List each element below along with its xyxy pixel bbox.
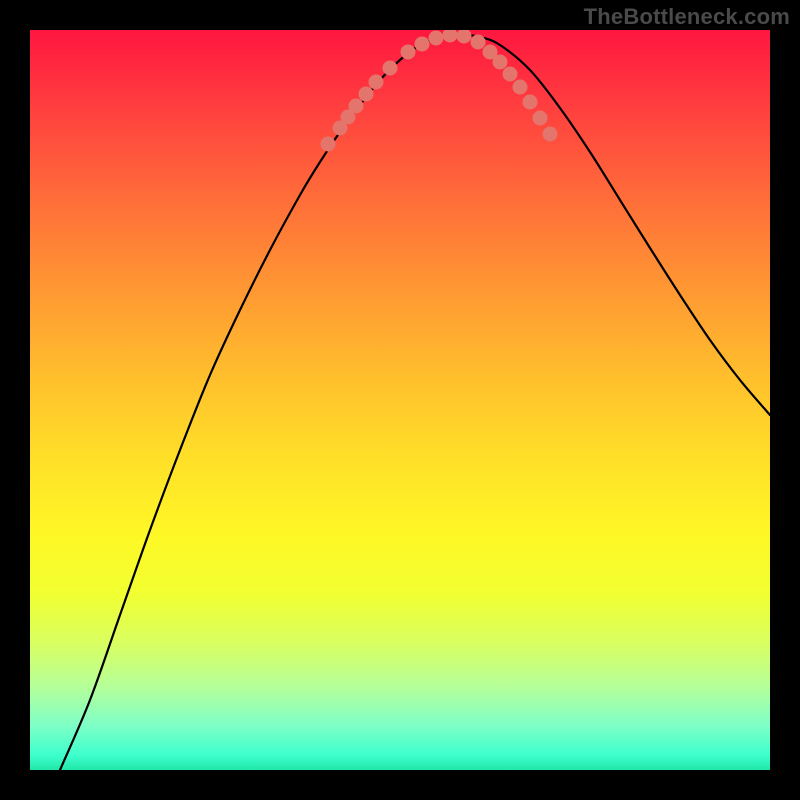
curve-dots xyxy=(321,30,558,152)
curve-marker xyxy=(543,127,558,142)
curve-marker xyxy=(457,30,472,44)
curve-marker xyxy=(471,35,486,50)
curve-marker xyxy=(383,61,398,76)
watermark-text: TheBottleneck.com xyxy=(584,4,790,30)
curve-marker xyxy=(401,45,416,60)
curve-marker xyxy=(369,75,384,90)
curve-marker xyxy=(513,80,528,95)
curve-marker xyxy=(359,87,374,102)
curve-marker xyxy=(415,37,430,52)
curve-marker xyxy=(503,67,518,82)
curve-marker xyxy=(429,31,444,46)
curve-marker xyxy=(321,137,336,152)
curve-svg xyxy=(30,30,770,770)
curve-marker xyxy=(349,99,364,114)
bottleneck-curve xyxy=(60,35,770,770)
curve-marker xyxy=(533,111,548,126)
chart-frame: TheBottleneck.com xyxy=(0,0,800,800)
curve-marker xyxy=(493,55,508,70)
curve-marker xyxy=(443,30,458,43)
curve-marker xyxy=(523,95,538,110)
plot-area xyxy=(30,30,770,770)
